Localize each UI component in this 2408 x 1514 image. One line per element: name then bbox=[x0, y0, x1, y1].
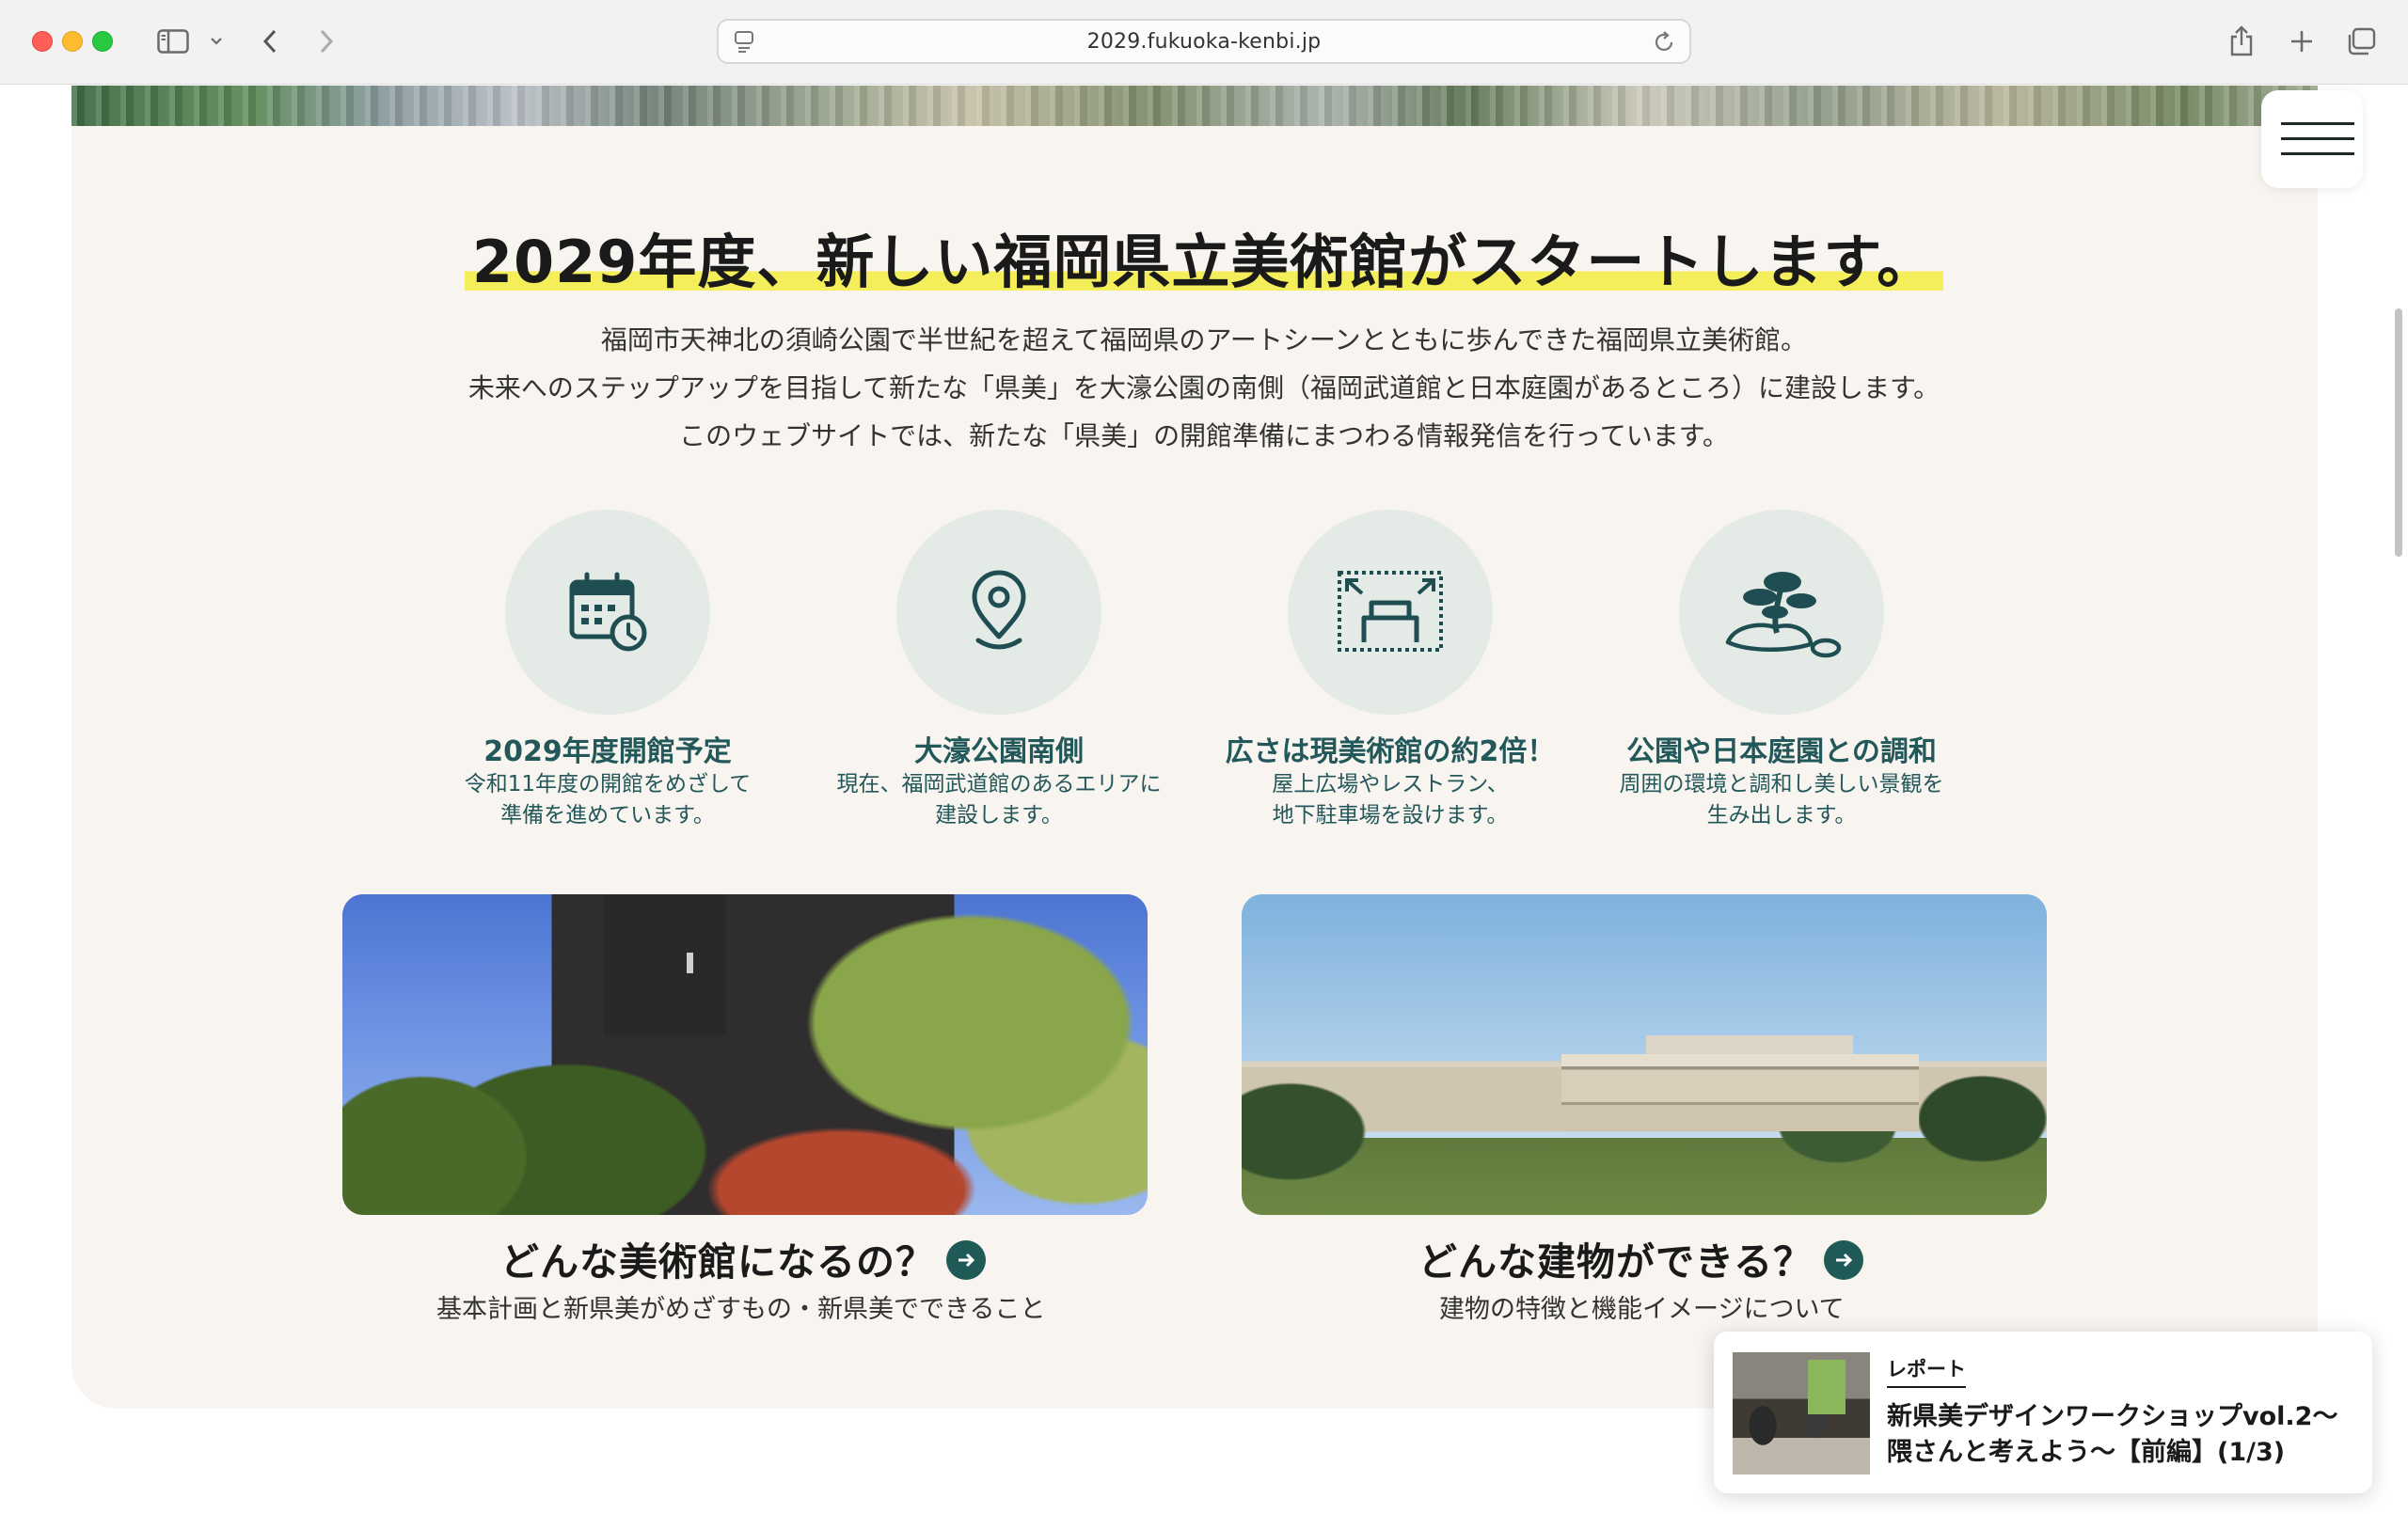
chevron-down-icon[interactable] bbox=[207, 23, 226, 60]
feature-desc-line: 地下駐車場を設けます。 bbox=[1272, 803, 1509, 828]
location-pin-icon bbox=[896, 510, 1101, 715]
arrow-right-icon[interactable] bbox=[946, 1240, 986, 1280]
back-icon[interactable] bbox=[256, 23, 284, 60]
feature-desc-line: 準備を進めています。 bbox=[500, 803, 715, 828]
minimize-window-button[interactable] bbox=[62, 31, 83, 52]
museum-tower bbox=[604, 894, 726, 1035]
forward-icon[interactable] bbox=[312, 23, 341, 60]
browser-toolbar: 2029.fukuoka-kenbi.jp bbox=[0, 0, 2408, 85]
new-building-rendering[interactable] bbox=[1242, 894, 2047, 1215]
what-building-link[interactable]: どんな建物ができる？ bbox=[1418, 1230, 1864, 1286]
intro-line-1: 福岡市天神北の須崎公園で半世紀を超えて福岡県のアートシーンとともに歩んできた福岡… bbox=[600, 324, 1808, 355]
tab-overview-icon[interactable] bbox=[2344, 23, 2378, 60]
report-tag: レポート bbox=[1887, 1354, 1966, 1388]
zoom-window-button[interactable] bbox=[92, 31, 113, 52]
what-building-subtitle: 建物の特徴と機能イメージについて bbox=[1439, 1295, 1845, 1324]
building-main bbox=[1561, 1054, 1919, 1131]
address-bar[interactable]: 2029.fukuoka-kenbi.jp bbox=[717, 19, 1691, 64]
expand-area-icon bbox=[1288, 510, 1493, 715]
report-title[interactable]: 新県美デザインワークショップvol.2〜隈さんと考えよう〜【前編】(1/3) bbox=[1887, 1399, 2357, 1471]
calendar-clock-icon bbox=[505, 510, 710, 715]
feature-desc-opening: 令和11年度の開館をめざして 準備を進めています。 bbox=[410, 769, 805, 831]
what-museum-title[interactable]: どんな美術館になるの？ bbox=[500, 1239, 935, 1285]
feature-desc-size: 屋上広場やレストラン、 地下駐車場を設けます。 bbox=[1193, 769, 1588, 831]
what-museum-subtitle: 基本計画と新県美がめざすもの・新県美でできること bbox=[436, 1295, 1046, 1324]
feature-title-size: 広さは現美術館の約2倍！ bbox=[1225, 735, 1556, 768]
what-building-title[interactable]: どんな建物ができる？ bbox=[1418, 1239, 1813, 1285]
feature-desc-line: 令和11年度の開館をめざして bbox=[464, 772, 752, 796]
feature-title-opening: 2029年度開館予定 bbox=[483, 735, 732, 768]
feature-title-harmony: 公園や日本庭園との調和 bbox=[1626, 735, 1937, 768]
sidebar-toggle-icon[interactable] bbox=[154, 23, 192, 60]
feature-desc-harmony: 周囲の環境と調和し美しい景観を 生み出します。 bbox=[1584, 769, 1979, 831]
headline-text: 2029年度、新しい福岡県立美術館がスタートします。 bbox=[464, 228, 1944, 296]
feature-desc-line: 周囲の環境と調和し美しい景観を bbox=[1619, 772, 1944, 796]
feature-desc-location: 現在、福岡武道館のあるエリアに 建設します。 bbox=[801, 769, 1196, 831]
intro-line-2: 未来へのステップアップを目指して新たな「県美」を大濠公園の南側（福岡武道館と日本… bbox=[467, 372, 1941, 403]
url-text[interactable]: 2029.fukuoka-kenbi.jp bbox=[719, 21, 1689, 64]
report-thumbnail[interactable] bbox=[1733, 1352, 1870, 1475]
reload-icon[interactable] bbox=[1654, 30, 1676, 58]
what-museum-link[interactable]: どんな美術館になるの？ bbox=[500, 1230, 986, 1286]
new-tab-icon[interactable] bbox=[2286, 23, 2318, 60]
feature-desc-line: 建設します。 bbox=[935, 803, 1063, 828]
pine-tree-icon bbox=[1679, 510, 1884, 715]
hamburger-menu-button[interactable] bbox=[2261, 90, 2363, 188]
hero-image bbox=[71, 86, 2318, 127]
feature-title-location: 大濠公園南側 bbox=[914, 735, 1084, 768]
feature-desc-line: 生み出します。 bbox=[1706, 803, 1857, 828]
arrow-right-icon[interactable] bbox=[1824, 1240, 1864, 1280]
intro-line-3: このウェブサイトでは、新たな「県美」の開館準備にまつわる情報発信を行っています。 bbox=[679, 420, 1729, 451]
report-popup[interactable]: レポート 新県美デザインワークショップvol.2〜隈さんと考えよう〜【前編】(1… bbox=[1714, 1332, 2372, 1493]
page-headline: 2029年度、新しい福岡県立美術館がスタートします。 bbox=[0, 214, 2408, 299]
current-museum-photo[interactable] bbox=[342, 894, 1148, 1215]
close-window-button[interactable] bbox=[32, 31, 53, 52]
feature-desc-line: 現在、福岡武道館のあるエリアに bbox=[836, 772, 1162, 796]
share-icon[interactable] bbox=[2226, 23, 2258, 60]
page-scrollbar[interactable] bbox=[2395, 308, 2402, 557]
feature-desc-line: 屋上広場やレストラン、 bbox=[1272, 772, 1509, 796]
